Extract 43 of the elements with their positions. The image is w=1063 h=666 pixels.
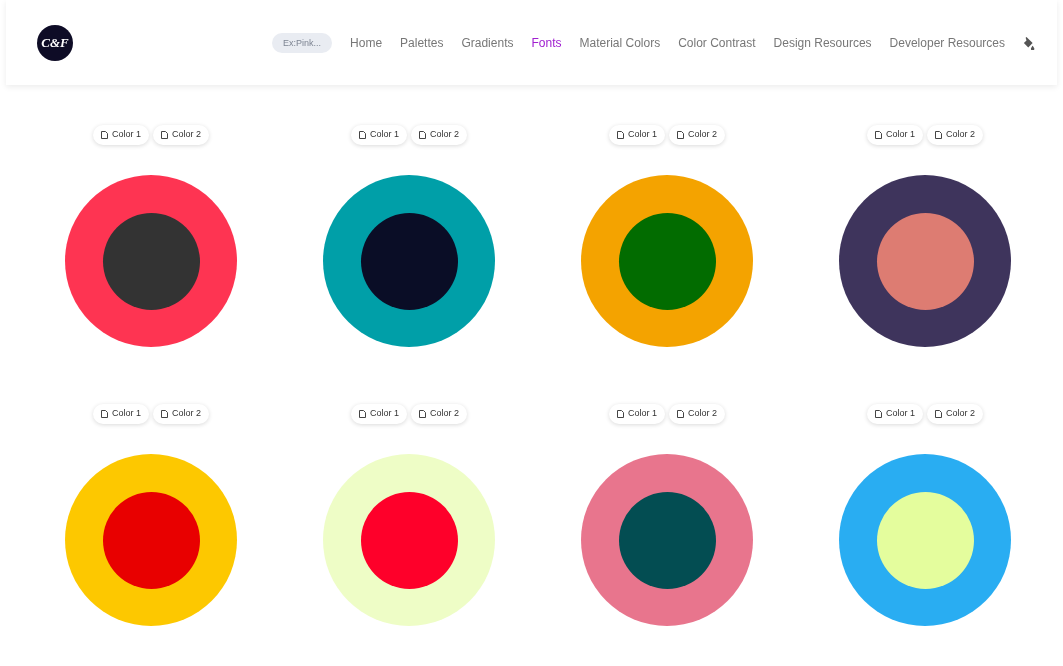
document-icon [419, 131, 426, 139]
copy-color-button[interactable]: Color 2 [927, 125, 983, 145]
document-icon [617, 410, 624, 418]
copy-color-button[interactable]: Color 2 [411, 125, 467, 145]
document-icon [101, 410, 108, 418]
document-icon [677, 131, 684, 139]
copy-color-button[interactable]: Color 2 [669, 125, 725, 145]
document-icon [161, 410, 168, 418]
copy-color-button[interactable]: Color 1 [867, 125, 923, 145]
nav-link[interactable]: Home [350, 33, 383, 52]
document-icon [935, 131, 942, 139]
copy-color-button[interactable]: Color 1 [351, 125, 407, 145]
copy-color-button[interactable]: Color 1 [93, 404, 149, 424]
nav-link[interactable]: Developer Resources [889, 33, 1005, 52]
copy-color-button[interactable]: Color 1 [609, 125, 665, 145]
copy-color-button[interactable]: Color 1 [867, 404, 923, 424]
document-icon [419, 410, 426, 418]
search-field[interactable]: Ex:Pink... [272, 32, 333, 53]
nav-link[interactable]: Gradients [461, 33, 514, 52]
nav-link[interactable]: Design Resources [773, 33, 872, 52]
nav-link[interactable]: Fonts [531, 33, 562, 52]
document-icon [359, 410, 366, 418]
copy-color-button[interactable]: Color 2 [927, 404, 983, 424]
document-icon [617, 131, 624, 139]
document-icon [875, 131, 882, 139]
document-icon [101, 131, 108, 139]
document-icon [161, 131, 168, 139]
logo[interactable]: C&F [37, 24, 73, 61]
document-icon [875, 410, 882, 418]
copy-color-button[interactable]: Color 1 [351, 404, 407, 424]
document-icon [359, 131, 366, 139]
copy-color-button[interactable]: Color 2 [153, 125, 209, 145]
paint-bucket-icon[interactable] [1023, 35, 1037, 50]
copy-color-button[interactable]: Color 1 [609, 404, 665, 424]
nav-link[interactable]: Palettes [400, 33, 444, 52]
copy-color-button[interactable]: Color 1 [93, 125, 149, 145]
document-icon [677, 410, 684, 418]
copy-color-button[interactable]: Color 2 [669, 404, 725, 424]
copy-color-button[interactable]: Color 2 [411, 404, 467, 424]
nav-link[interactable]: Color Contrast [678, 33, 756, 52]
document-icon [935, 410, 942, 418]
nav-link[interactable]: Material Colors [579, 33, 661, 52]
copy-color-button[interactable]: Color 2 [153, 404, 209, 424]
